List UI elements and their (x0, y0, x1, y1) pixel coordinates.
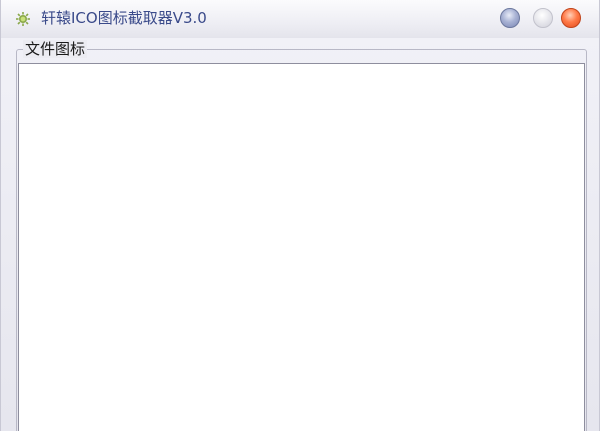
icon-list-area[interactable] (18, 63, 585, 431)
window-title: 轩辕ICO图标截取器V3.0 (41, 9, 207, 27)
close-button[interactable] (561, 8, 581, 28)
maximize-button[interactable] (533, 8, 553, 28)
app-window: 轩辕ICO图标截取器V3.0 文件图标 (0, 0, 600, 431)
minimize-button[interactable] (500, 8, 520, 28)
group-label: 文件图标 (23, 40, 88, 58)
title-bar[interactable]: 轩辕ICO图标截取器V3.0 (1, 0, 599, 38)
gear-bug-icon (16, 12, 30, 26)
